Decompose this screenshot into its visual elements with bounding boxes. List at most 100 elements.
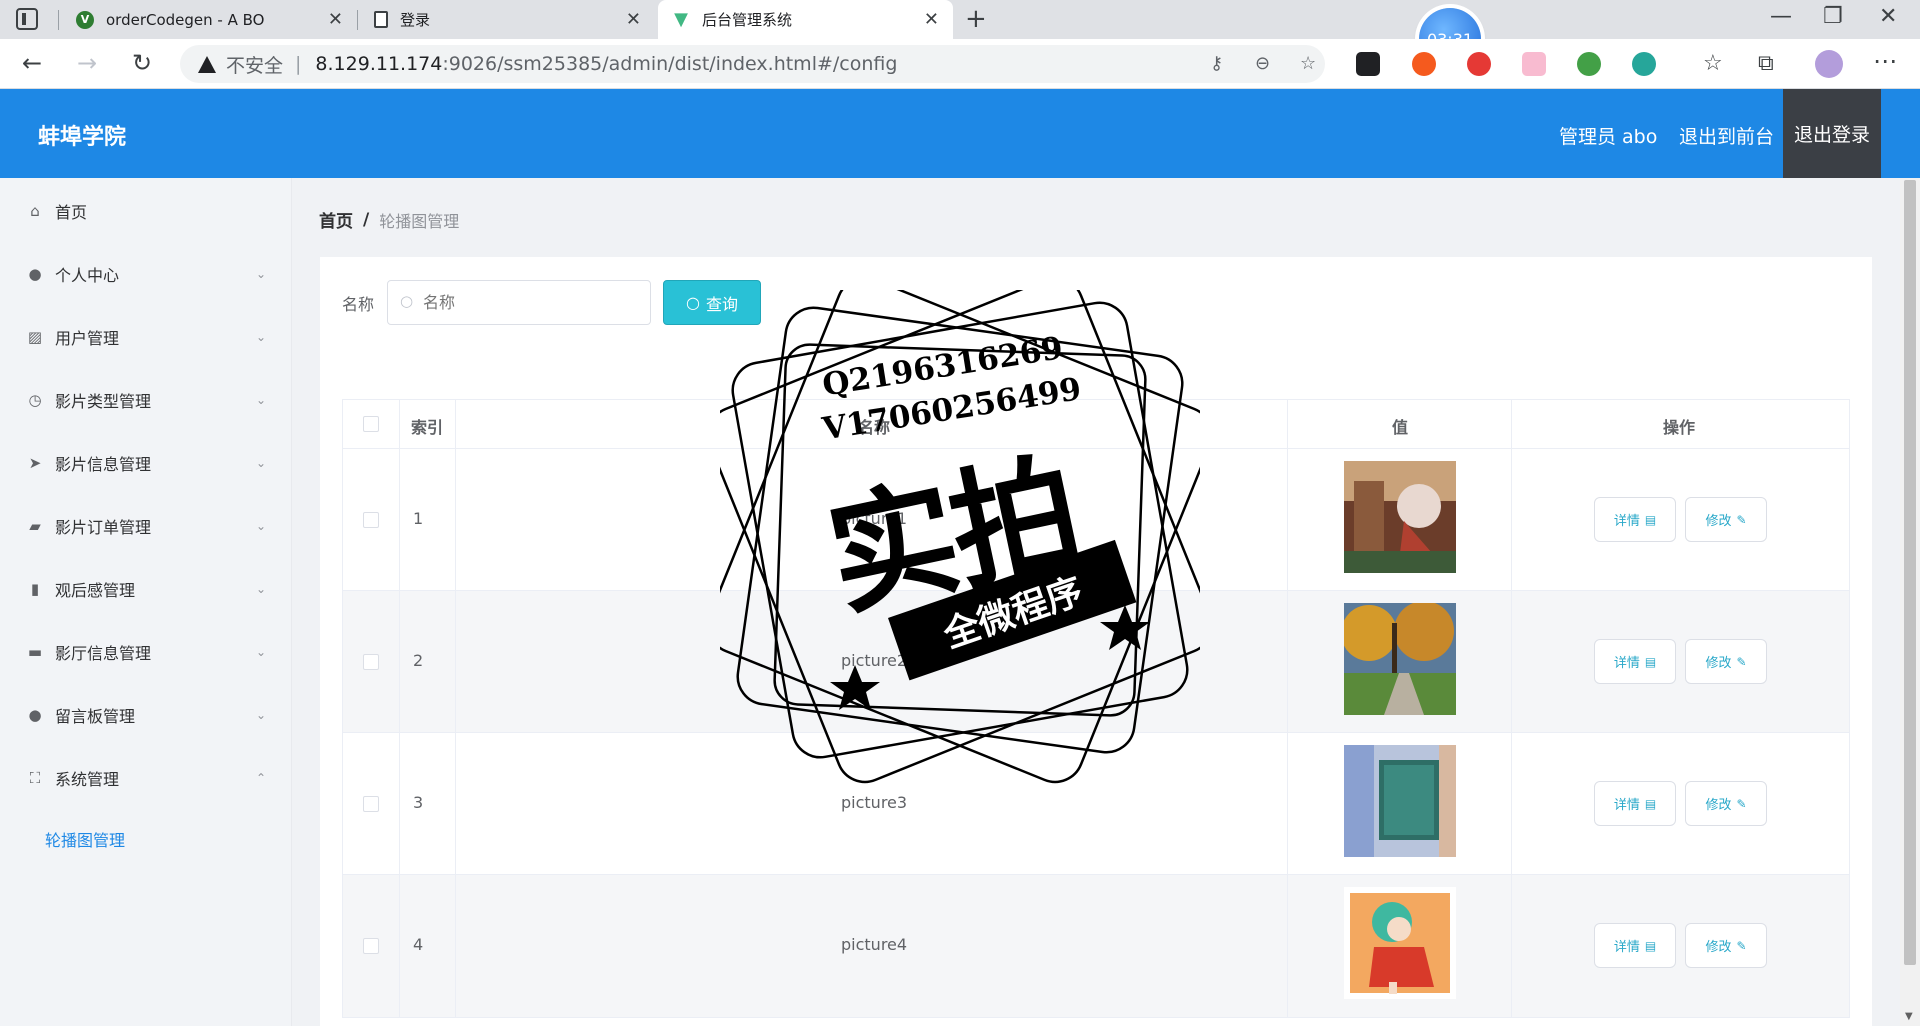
bulb-icon: ●	[28, 706, 42, 724]
restore-icon[interactable]: ❐	[1823, 4, 1843, 29]
extension-icon[interactable]	[1467, 52, 1491, 76]
close-window-icon[interactable]: ✕	[1879, 4, 1897, 29]
column-divider	[1511, 400, 1512, 448]
zoom-out-icon[interactable]: ⊖	[1255, 53, 1270, 74]
row-image	[1344, 887, 1456, 999]
edit-button[interactable]: 修改 ✎	[1685, 781, 1767, 826]
table-header: 索引 名称 值 操作	[343, 400, 1849, 449]
admin-user-label: 管理员 abo	[1559, 126, 1658, 148]
detail-button[interactable]: 详情 ▤	[1594, 781, 1676, 826]
search-button[interactable]: ○ 查询	[663, 280, 761, 325]
row-checkbox[interactable]	[363, 796, 379, 812]
breadcrumb-separator: /	[363, 209, 370, 230]
home-icon: ⌂	[30, 202, 40, 220]
sidebar-item-film-info[interactable]: ➤ 影片信息管理 ⌄	[0, 438, 292, 488]
detail-button[interactable]: 详情 ▤	[1594, 497, 1676, 542]
detail-button[interactable]: 详情 ▤	[1594, 639, 1676, 684]
bar-chart-icon: ▮	[30, 580, 40, 598]
sidebar-item-users[interactable]: ▨ 用户管理 ⌄	[0, 312, 292, 362]
key-icon[interactable]: ⚷	[1210, 53, 1223, 74]
extension-icon[interactable]	[1632, 52, 1656, 76]
column-divider	[1511, 449, 1512, 590]
more-icon[interactable]: ⋯	[1873, 47, 1897, 75]
scrollbar[interactable]: ▼	[1900, 178, 1920, 1026]
back-icon[interactable]: ←	[22, 49, 42, 77]
breadcrumb: 首页 / 轮播图管理	[319, 207, 459, 233]
row-name: picture2	[841, 651, 908, 670]
row-index: 3	[413, 793, 424, 812]
close-tab-icon[interactable]: ✕	[924, 9, 939, 30]
chart-icon: ▨	[27, 328, 43, 346]
edit-button[interactable]: 修改 ✎	[1685, 497, 1767, 542]
column-divider	[399, 733, 400, 874]
row-checkbox[interactable]	[363, 938, 379, 954]
clock-icon: ◷	[28, 391, 42, 409]
sidebar-item-system[interactable]: ⛶ 系统管理 ⌃	[0, 753, 292, 803]
sidebar-item-home[interactable]: ⌂ 首页	[0, 186, 292, 236]
warning-icon	[198, 55, 216, 73]
tab-actions-icon[interactable]	[16, 8, 38, 30]
sidebar-item-label: 系统管理	[55, 770, 120, 789]
browser-tab-2[interactable]: 登录 ✕	[360, 0, 655, 39]
close-tab-icon[interactable]: ✕	[626, 9, 641, 30]
column-divider	[1287, 449, 1288, 590]
vue-favicon-icon: ▼	[672, 9, 690, 30]
collections-icon[interactable]: ⧉	[1758, 51, 1774, 76]
avatar[interactable]	[1815, 50, 1843, 78]
sidebar-item-personal[interactable]: ● 个人中心 ⌄	[0, 249, 292, 299]
sidebar-item-messages[interactable]: ● 留言板管理 ⌄	[0, 690, 292, 740]
browser-tab-3[interactable]: ▼ 后台管理系统 ✕	[658, 0, 953, 39]
new-tab-icon[interactable]: +	[965, 4, 987, 34]
sidebar-item-orders[interactable]: ▰ 影片订单管理 ⌄	[0, 501, 292, 551]
fullscreen-icon: ⛶	[29, 769, 41, 787]
brand-title: 蚌埠学院	[38, 125, 127, 150]
url-field[interactable]: 不安全 | 8.129.11.174 :9026/ssm25385/admin/…	[180, 45, 1325, 83]
column-divider	[455, 591, 456, 732]
tab-title: 登录	[400, 11, 431, 29]
reload-icon[interactable]: ↻	[132, 49, 152, 77]
column-divider	[1287, 591, 1288, 732]
sidebar-item-reviews[interactable]: ▮ 观后感管理 ⌄	[0, 564, 292, 614]
row-index: 4	[413, 935, 424, 954]
close-tab-icon[interactable]: ✕	[328, 9, 343, 30]
browser-tab-bar: V orderCodegen - A BO ✕ 登录 ✕ ▼ 后台管理系统 ✕ …	[0, 0, 1920, 39]
row-checkbox[interactable]	[363, 654, 379, 670]
browser-tab-1[interactable]: V orderCodegen - A BO ✕	[62, 0, 357, 39]
url-path: :9026/ssm25385/admin/dist/index.html#/co…	[442, 53, 898, 75]
sidebar-item-film-types[interactable]: ◷ 影片类型管理 ⌄	[0, 375, 292, 425]
chevron-up-icon: ⌃	[256, 771, 267, 785]
back-to-front-link[interactable]: 退出到前台	[1679, 122, 1774, 149]
url-host: 8.129.11.174	[315, 53, 443, 75]
sidebar-item-halls[interactable]: ▬ 影厅信息管理 ⌄	[0, 627, 292, 677]
extension-icon[interactable]	[1522, 52, 1546, 76]
scroll-down-icon[interactable]: ▼	[1905, 1011, 1913, 1022]
extension-icon[interactable]	[1412, 52, 1436, 76]
select-all-checkbox[interactable]	[363, 416, 379, 432]
search-input[interactable]	[387, 280, 651, 325]
extension-icon[interactable]	[1577, 52, 1601, 76]
chevron-down-icon: ⌄	[256, 519, 267, 533]
favorites-icon[interactable]: ☆	[1703, 51, 1723, 76]
extension-icon[interactable]	[1356, 52, 1380, 76]
forward-icon[interactable]: →	[77, 49, 97, 77]
scrollbar-thumb[interactable]	[1904, 180, 1916, 965]
detail-button[interactable]: 详情 ▤	[1594, 923, 1676, 968]
chevron-down-icon: ⌄	[256, 708, 267, 722]
breadcrumb-home[interactable]: 首页	[319, 207, 353, 232]
favorite-add-icon[interactable]: ☆	[1300, 53, 1316, 74]
vue-favicon-icon: V	[76, 10, 94, 29]
minimize-icon[interactable]: —	[1770, 4, 1792, 29]
logout-button[interactable]: 退出登录	[1783, 89, 1881, 178]
submenu-item-carousel[interactable]: 轮播图管理	[45, 827, 125, 851]
table-row: 3 picture3 详情 ▤ 修改 ✎	[343, 733, 1849, 875]
row-image	[1344, 461, 1456, 573]
sidebar-item-label: 留言板管理	[55, 707, 136, 726]
row-index: 1	[413, 509, 424, 528]
row-checkbox[interactable]	[363, 512, 379, 528]
edit-button[interactable]: 修改 ✎	[1685, 923, 1767, 968]
tab-divider	[357, 10, 358, 30]
edit-button[interactable]: 修改 ✎	[1685, 639, 1767, 684]
row-image	[1344, 603, 1456, 715]
detail-button-label: 详情	[1613, 798, 1640, 813]
header-actions: 操作	[1663, 418, 1696, 437]
